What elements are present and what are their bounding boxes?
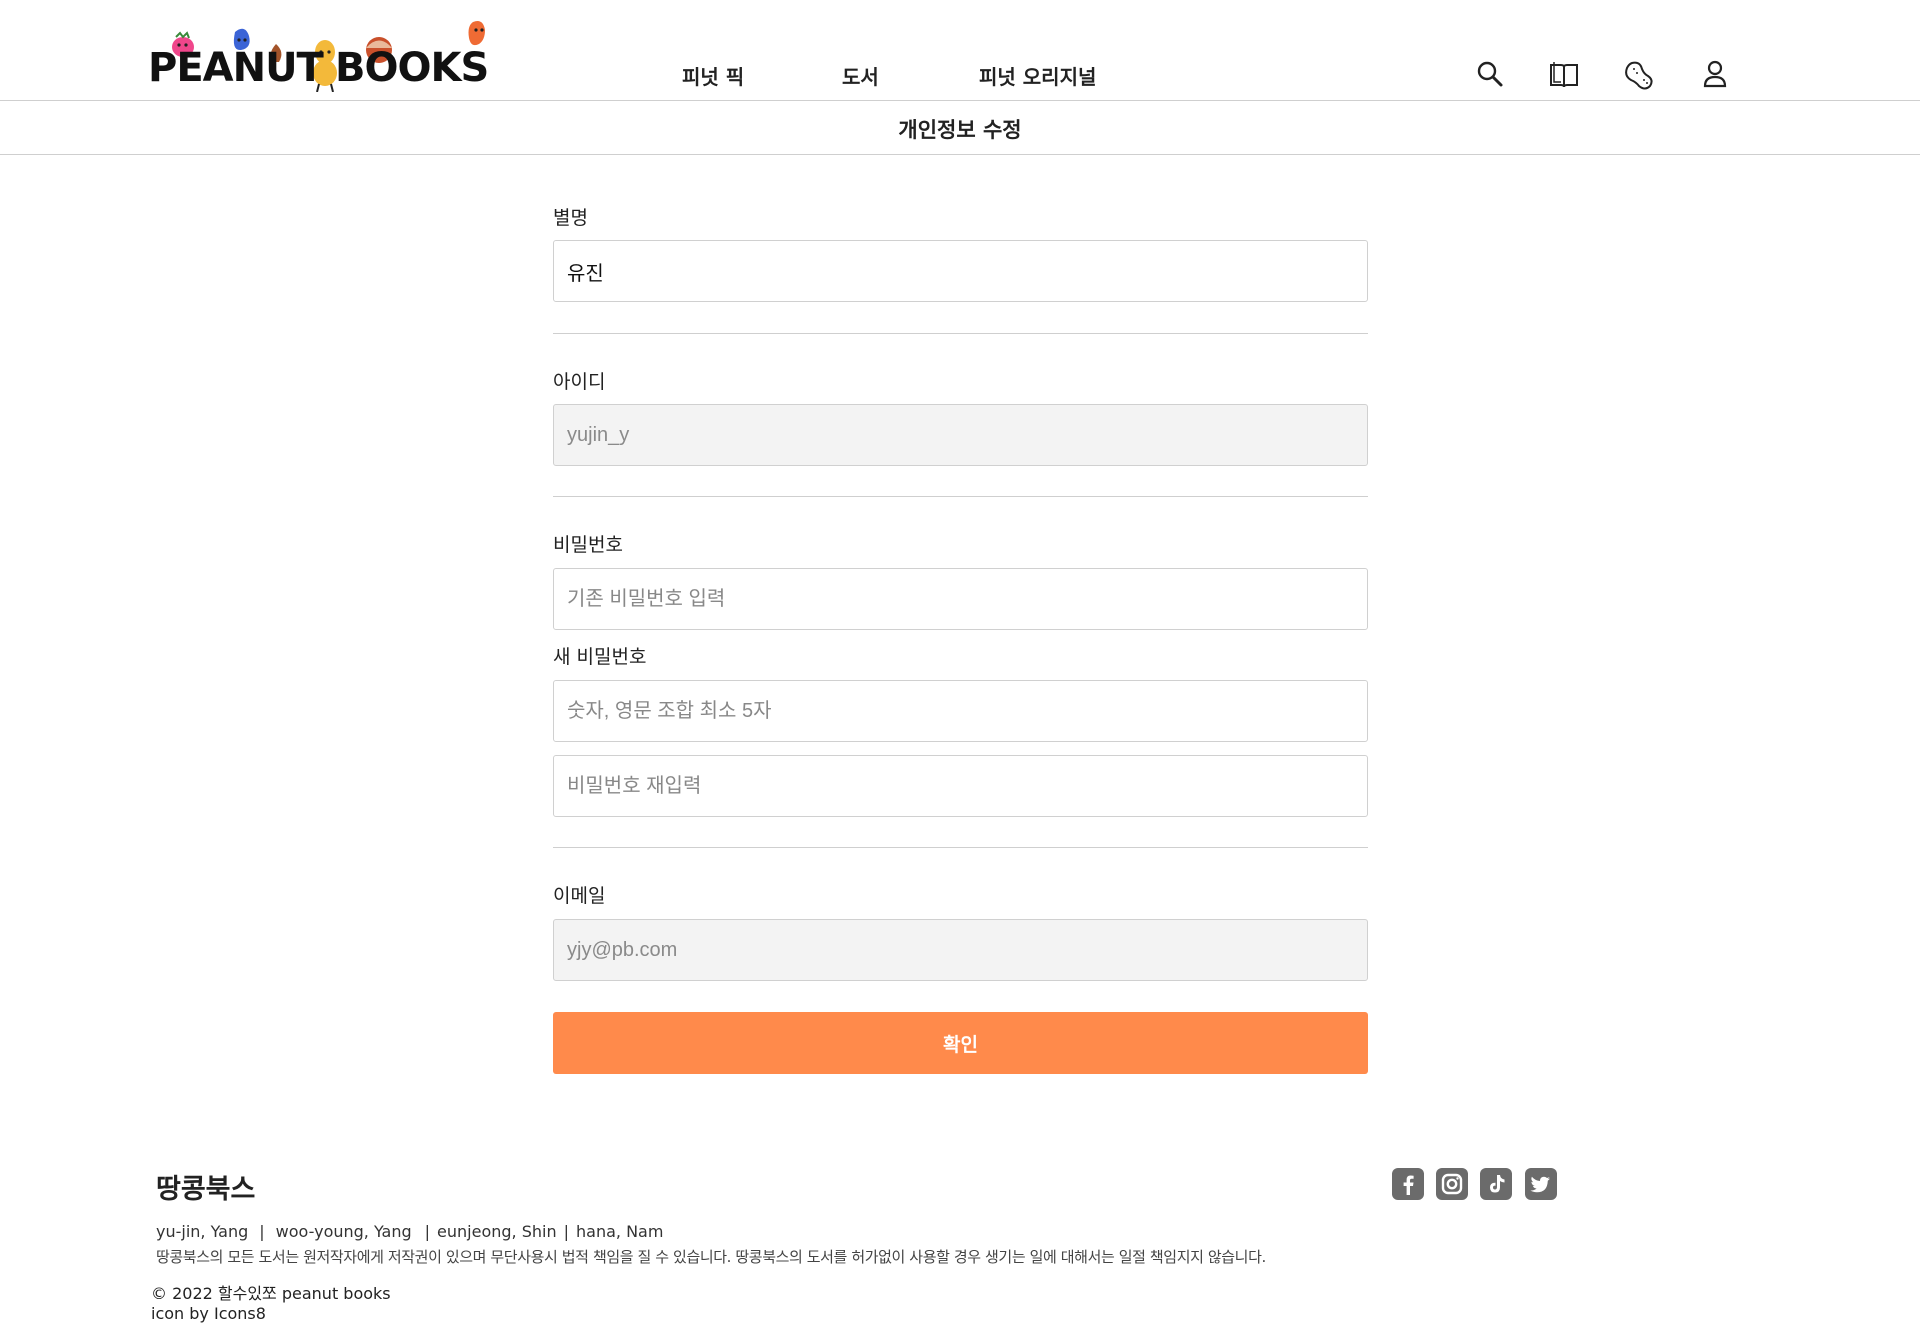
confirm-button[interactable]: 확인 [553, 1012, 1368, 1074]
userid-input [553, 404, 1368, 466]
nav-peanut-original[interactable]: 피넛 오리지널 [979, 61, 1096, 90]
book-icon[interactable] [1548, 58, 1580, 90]
icon-credit: icon by Icons8 [151, 1304, 266, 1323]
peanut-icon[interactable] [1624, 58, 1656, 90]
footer-members: yu-jin, Yang | woo-young, Yang | eunjeong, S… [156, 1222, 664, 1241]
member-name: eunjeong, Shin [437, 1222, 557, 1241]
twitter-icon[interactable] [1525, 1168, 1557, 1200]
section-divider [553, 333, 1368, 334]
footer-brand: 땅콩북스 [156, 1174, 256, 1205]
new-password-label: 새 비밀번호 [553, 646, 647, 668]
nav-books[interactable]: 도서 [842, 61, 879, 90]
current-password-input[interactable] [553, 568, 1368, 630]
email-label: 이메일 [553, 885, 606, 907]
search-icon[interactable] [1474, 58, 1506, 90]
peanut-books-logo[interactable]: PEANUT BOOKS [147, 18, 489, 92]
member-name: yu-jin, Yang [156, 1222, 249, 1241]
user-icon[interactable] [1699, 58, 1731, 90]
member-name: woo-young, Yang [275, 1222, 412, 1241]
instagram-icon[interactable] [1436, 1168, 1468, 1200]
page-title: 개인정보 수정 [898, 118, 1022, 142]
password-label: 비밀번호 [553, 534, 623, 556]
copyright-notice: 땅콩북스의 모든 도서는 원저작자에게 저작권이 있으며 무단사용시 법적 책임… [156, 1248, 1266, 1266]
email-input [553, 919, 1368, 981]
page-title-bar: 개인정보 수정 [0, 101, 1920, 155]
nav-peanut-pick[interactable]: 피넛 픽 [682, 61, 744, 90]
site-header: PEANUT BOOKS 피넛 픽 도서 피넛 오리지널 [0, 0, 1920, 101]
logo-text-books: BOOKS [335, 45, 489, 91]
tiktok-icon[interactable] [1480, 1168, 1512, 1200]
userid-label: 아이디 [553, 371, 606, 393]
facebook-icon[interactable] [1392, 1168, 1424, 1200]
section-divider [553, 496, 1368, 497]
nickname-label: 별명 [553, 207, 588, 229]
member-name: hana, Nam [576, 1222, 664, 1241]
nickname-input[interactable] [553, 240, 1368, 302]
copyright-line: © 2022 할수있쪼 peanut books [151, 1284, 391, 1303]
new-password-input[interactable] [553, 680, 1368, 742]
logo-text-peanut: PEANUT [148, 45, 324, 91]
confirm-password-input[interactable] [553, 755, 1368, 817]
section-divider [553, 847, 1368, 848]
